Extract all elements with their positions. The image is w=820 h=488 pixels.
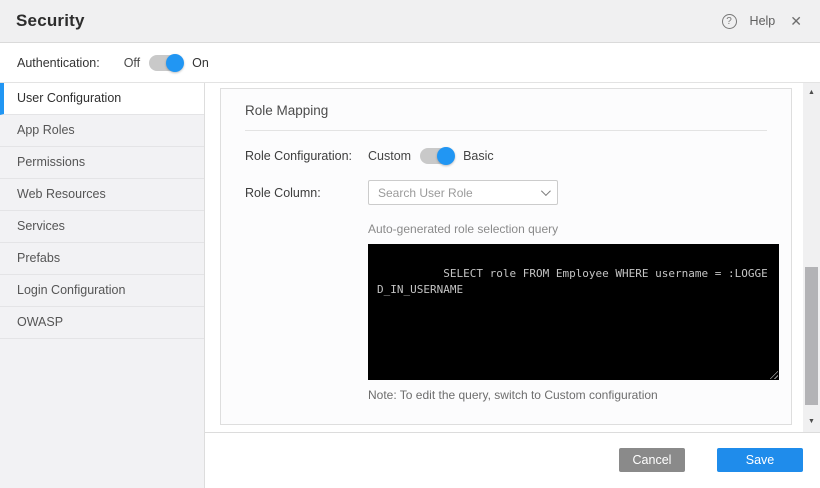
authentication-label: Authentication:	[17, 56, 100, 70]
sidebar-item-prefabs[interactable]: Prefabs	[0, 243, 204, 275]
sidebar-item-services[interactable]: Services	[0, 211, 204, 243]
page-title: Security	[16, 11, 85, 31]
role-column-placeholder: Search User Role	[378, 186, 473, 200]
sidebar-item-app-roles[interactable]: App Roles	[0, 115, 204, 147]
sidebar-item-web-resources[interactable]: Web Resources	[0, 179, 204, 211]
content-area: Role Mapping Role Configuration: Custom …	[205, 83, 820, 488]
role-configuration-custom-label: Custom	[368, 149, 411, 163]
header-actions: ? Help ✕	[722, 13, 804, 30]
resize-handle-icon[interactable]	[768, 369, 778, 379]
vertical-scrollbar[interactable]: ▲ ▼	[803, 83, 820, 432]
help-link[interactable]: Help	[750, 14, 776, 28]
role-configuration-label: Role Configuration:	[245, 149, 368, 163]
close-icon[interactable]: ✕	[788, 13, 804, 30]
authentication-on-label: On	[192, 56, 209, 70]
authentication-row: Authentication: Off On	[0, 43, 820, 83]
save-button[interactable]: Save	[717, 448, 803, 472]
authentication-off-label: Off	[124, 56, 140, 70]
help-icon[interactable]: ?	[722, 14, 737, 29]
role-configuration-basic-label: Basic	[463, 149, 494, 163]
main-area: User Configuration App Roles Permissions…	[0, 83, 820, 488]
window-header: Security ? Help ✕	[0, 0, 820, 43]
scroll-down-icon[interactable]: ▼	[803, 417, 820, 427]
toggle-knob-icon	[437, 147, 455, 165]
scrollbar-thumb[interactable]	[805, 267, 818, 405]
role-query-text: SELECT role FROM Employee WHERE username…	[377, 267, 768, 295]
authentication-toggle[interactable]	[149, 55, 183, 71]
sidebar: User Configuration App Roles Permissions…	[0, 83, 205, 488]
sidebar-item-user-configuration[interactable]: User Configuration	[0, 83, 204, 115]
query-section-label: Auto-generated role selection query	[368, 222, 767, 236]
role-mapping-title: Role Mapping	[245, 89, 767, 131]
sidebar-item-permissions[interactable]: Permissions	[0, 147, 204, 179]
scroll-up-icon[interactable]: ▲	[803, 88, 820, 98]
sidebar-item-login-configuration[interactable]: Login Configuration	[0, 275, 204, 307]
chevron-down-icon	[541, 186, 551, 196]
toggle-knob-icon	[166, 54, 184, 72]
query-note: Note: To edit the query, switch to Custo…	[368, 388, 767, 402]
cancel-button[interactable]: Cancel	[619, 448, 685, 472]
role-column-select[interactable]: Search User Role	[368, 180, 558, 205]
role-query-textarea[interactable]: SELECT role FROM Employee WHERE username…	[368, 244, 779, 380]
role-configuration-toggle[interactable]	[420, 148, 454, 164]
role-column-label: Role Column:	[245, 186, 368, 200]
role-mapping-panel: Role Mapping Role Configuration: Custom …	[220, 88, 792, 425]
role-mapping-form: Role Configuration: Custom Basic Role Co…	[221, 148, 791, 402]
sidebar-item-owasp[interactable]: OWASP	[0, 307, 204, 339]
footer-divider	[205, 432, 820, 433]
